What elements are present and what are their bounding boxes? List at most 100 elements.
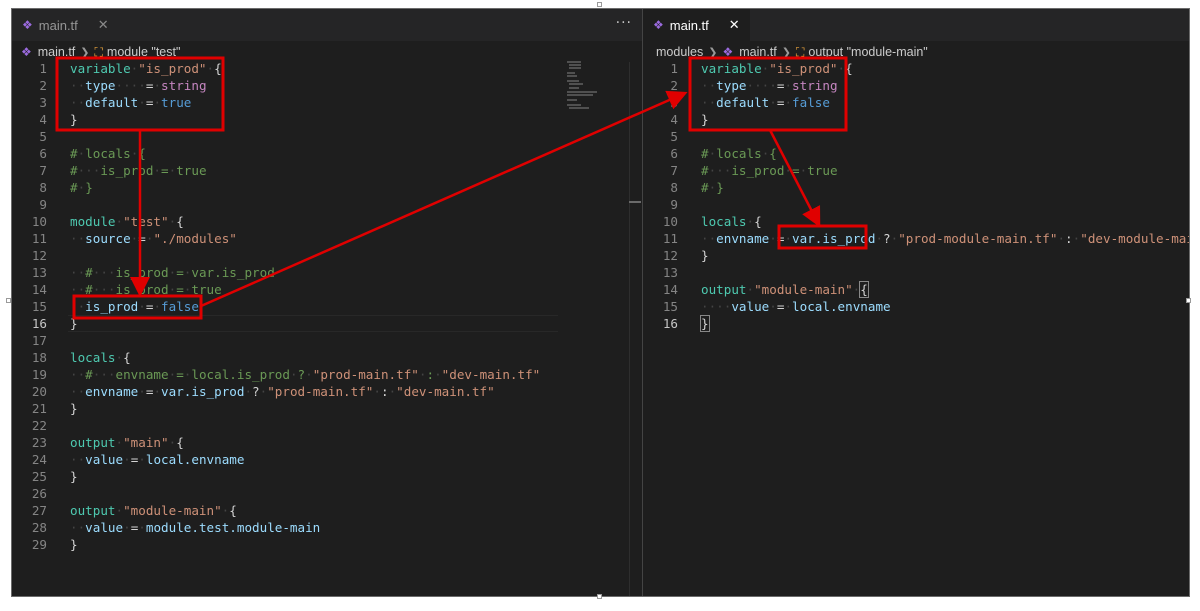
line-number: 24 xyxy=(31,452,47,467)
resize-handle xyxy=(597,2,602,7)
code-line: locals·{ xyxy=(701,214,762,229)
breadcrumb: ❖ main.tf ❯ ⛶ module "test" xyxy=(12,42,642,62)
line-number: 29 xyxy=(31,537,47,552)
code-line: #·} xyxy=(70,180,93,195)
code-line: ··envname·=·var.is_prod·?·"prod-module-m… xyxy=(701,231,1189,246)
line-number: 25 xyxy=(31,469,47,484)
code-line: #·locals·{ xyxy=(701,146,777,161)
line-number: 9 xyxy=(670,197,678,212)
code-line: ··#···envname·=·local.is_prod·?·"prod-ma… xyxy=(70,367,541,382)
code-line: ··default·=·false xyxy=(701,95,830,110)
line-number: 15 xyxy=(31,299,47,314)
tab-main-tf[interactable]: ❖ main.tf ✕ xyxy=(643,9,750,41)
code-line: ··source·=·"./modules" xyxy=(70,231,237,246)
line-number: 17 xyxy=(31,333,47,348)
line-number: 14 xyxy=(31,282,47,297)
line-number: 4 xyxy=(39,112,47,127)
line-number: 10 xyxy=(662,214,678,229)
tab-label: main.tf xyxy=(38,17,78,33)
code-line: } xyxy=(701,248,709,263)
scrollbar-marker[interactable] xyxy=(629,201,641,203)
code-line: output·"module-main"·{ xyxy=(70,503,237,518)
line-number: 16 xyxy=(31,316,47,331)
line-number: 13 xyxy=(31,265,47,280)
breadcrumb-symbol[interactable]: output "module-main" xyxy=(808,45,927,59)
line-number: 7 xyxy=(39,163,47,178)
right-code-area[interactable]: 1 variable·"is_prod"·{ 2 ··type····=·strin… xyxy=(643,60,1189,596)
line-number: 3 xyxy=(670,95,678,110)
terraform-icon: ❖ xyxy=(653,18,664,32)
code-line: ··value·=·module.test.module-main xyxy=(70,520,321,535)
line-number: 5 xyxy=(670,129,678,144)
line-number: 1 xyxy=(39,61,47,76)
left-code-area[interactable]: 1 variable·"is_prod"·{ 2 ··type····=·strin… xyxy=(12,60,642,596)
line-number: 12 xyxy=(31,248,47,263)
module-symbol-icon: ⛶ xyxy=(795,44,805,59)
line-number: 23 xyxy=(31,435,47,450)
line-number: 6 xyxy=(670,146,678,161)
line-number: 16 xyxy=(662,316,678,331)
line-number: 5 xyxy=(39,129,47,144)
terraform-icon: ❖ xyxy=(722,45,734,59)
chevron-right-icon: ❯ xyxy=(781,45,791,59)
breadcrumb-folder[interactable]: modules xyxy=(656,45,703,59)
code-line: output·"module-main"·{ xyxy=(701,281,869,298)
screenshot-frame: ❖ main.tf ✕ ··· ❖ main.tf ❯ ⛶ module "te… xyxy=(11,8,1190,597)
code-line: variable·"is_prod"·{ xyxy=(701,61,853,76)
code-line: ··#···is_prod·=·var.is_prod xyxy=(70,265,275,280)
line-number: 11 xyxy=(662,231,678,246)
code-line: #···is_prod·=·true xyxy=(70,163,207,178)
more-actions-icon[interactable]: ··· xyxy=(616,15,632,31)
scrollbar-track[interactable] xyxy=(629,62,630,596)
code-line: ····value·=·local.envname xyxy=(701,299,891,314)
code-line: ··type····=·string xyxy=(701,78,838,93)
close-icon[interactable]: ✕ xyxy=(98,18,109,33)
terraform-icon: ❖ xyxy=(21,45,32,59)
code-line: ··is_prod·=·false xyxy=(70,299,199,314)
line-number: 11 xyxy=(31,231,47,246)
line-number: 8 xyxy=(39,180,47,195)
line-number: 2 xyxy=(670,78,678,93)
line-number: 4 xyxy=(670,112,678,127)
breadcrumb-file[interactable]: main.tf xyxy=(739,45,777,59)
code-line: } xyxy=(70,112,78,127)
line-number: 9 xyxy=(39,197,47,212)
chevron-right-icon: ❯ xyxy=(708,45,718,59)
code-line: #·locals·{ xyxy=(70,146,146,161)
close-icon[interactable]: ✕ xyxy=(729,18,740,33)
code-line: } xyxy=(70,537,78,552)
tab-main-tf[interactable]: ❖ main.tf ✕ xyxy=(12,9,119,41)
code-line: #·} xyxy=(701,180,724,195)
left-tab-bar: ❖ main.tf ✕ ··· xyxy=(12,9,642,41)
chevron-right-icon: ❯ xyxy=(80,45,90,59)
code-line: locals·{ xyxy=(70,350,131,365)
code-line: } xyxy=(701,112,709,127)
line-number: 8 xyxy=(670,180,678,195)
resize-handle xyxy=(6,298,11,303)
code-line: ··value·=·local.envname xyxy=(70,452,245,467)
line-number: 12 xyxy=(662,248,678,263)
breadcrumb-file[interactable]: main.tf xyxy=(38,45,76,59)
minimap[interactable] xyxy=(563,59,627,111)
code-line: } xyxy=(70,401,78,416)
breadcrumb: modules ❯ ❖ main.tf ❯ ⛶ output "module-m… xyxy=(643,42,1189,62)
resize-handle xyxy=(597,594,602,599)
line-number: 18 xyxy=(31,350,47,365)
right-editor-pane: ❖ main.tf ✕ modules ❯ ❖ main.tf ❯ ⛶ outp… xyxy=(642,9,1189,596)
line-number: 10 xyxy=(31,214,47,229)
resize-handle xyxy=(1186,298,1191,303)
left-editor-pane: ❖ main.tf ✕ ··· ❖ main.tf ❯ ⛶ module "te… xyxy=(12,9,642,596)
terraform-icon: ❖ xyxy=(22,18,33,32)
breadcrumb-symbol[interactable]: module "test" xyxy=(107,45,181,59)
code-line: ··#···is_prod·=·true xyxy=(70,282,222,297)
code-line: } xyxy=(70,469,78,484)
line-number: 28 xyxy=(31,520,47,535)
line-number: 3 xyxy=(39,95,47,110)
right-tab-bar: ❖ main.tf ✕ xyxy=(643,9,1189,41)
module-symbol-icon: ⛶ xyxy=(94,44,103,59)
line-number: 20 xyxy=(31,384,47,399)
line-number: 6 xyxy=(39,146,47,161)
line-number: 22 xyxy=(31,418,47,433)
line-number: 21 xyxy=(31,401,47,416)
line-number: 15 xyxy=(662,299,678,314)
